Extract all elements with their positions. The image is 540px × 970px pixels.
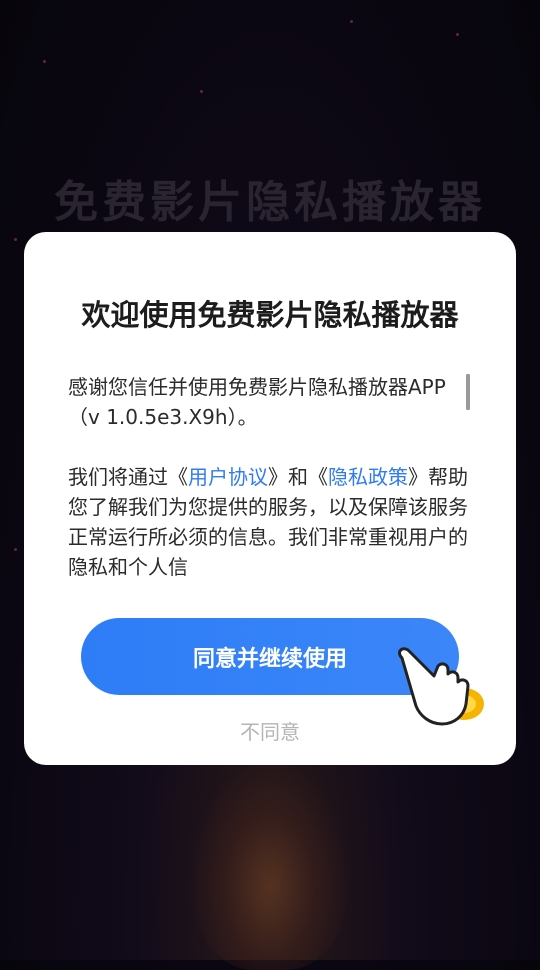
user-agreement-link[interactable]: 用户协议 — [188, 465, 268, 489]
paragraph-intro: 感谢您信任并使用免费影片隐私播放器APP（v 1.0.5e3.X9h）。 — [68, 375, 446, 429]
disagree-button[interactable]: 不同意 — [24, 716, 516, 745]
background-flame — [190, 760, 350, 970]
background-app-name: 免费影片隐私播放器 — [54, 177, 486, 228]
dialog-title: 欢迎使用免费影片隐私播放器 — [81, 298, 459, 332]
privacy-dialog: 欢迎使用免费影片隐私播放器 感谢您信任并使用免费影片隐私播放器APP（v 1.0… — [24, 232, 516, 765]
text-segment: 》和《 — [268, 465, 328, 489]
paragraph-agreements: 我们将通过《用户协议》和《隐私政策》帮助您了解我们为您提供的服务，以及保障该服务… — [68, 462, 468, 582]
dialog-body[interactable]: 感谢您信任并使用免费影片隐私播放器APP（v 1.0.5e3.X9h）。 我们将… — [68, 372, 468, 586]
text-segment: 我们将通过《 — [68, 465, 188, 489]
scrollbar[interactable] — [466, 374, 470, 410]
privacy-policy-link[interactable]: 隐私政策 — [328, 465, 408, 489]
